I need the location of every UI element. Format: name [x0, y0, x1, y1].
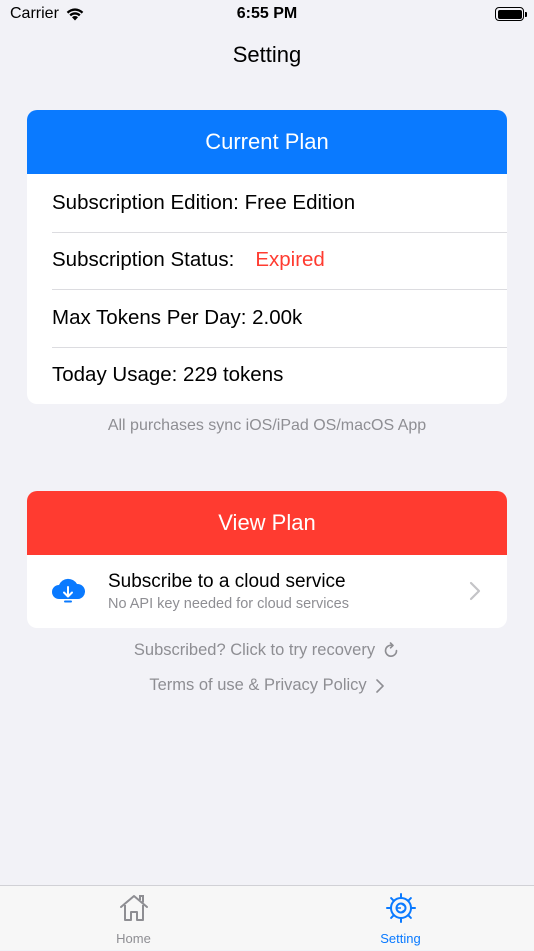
cloud-service-subtitle: No API key needed for cloud services — [108, 596, 349, 612]
battery-icon — [495, 7, 527, 21]
subscription-edition-text: Subscription Edition: Free Edition — [52, 190, 356, 214]
subscription-status-row: Subscription Status: Expired — [27, 231, 507, 290]
today-usage-row: Today Usage: 229 tokens — [27, 346, 507, 405]
tab-setting[interactable]: Setting — [267, 886, 534, 951]
status-bar: Carrier 6:55 PM — [0, 0, 534, 30]
tab-home-label: Home — [116, 931, 151, 946]
tab-bar: Home Setting — [0, 885, 534, 950]
cloud-service-title: Subscribe to a cloud service — [108, 571, 346, 592]
tab-home[interactable]: Home — [0, 886, 267, 951]
page-title: Setting — [232, 42, 302, 67]
max-tokens-row: Max Tokens Per Day: 2.00k — [27, 289, 507, 347]
cloud-service-text: Subscribe to a cloud service No API key … — [108, 571, 349, 612]
chevron-right-icon — [375, 678, 384, 693]
recovery-link-label: Subscribed? Click to try recovery — [133, 641, 376, 659]
recovery-link[interactable]: Subscribed? Click to try recovery — [0, 641, 534, 660]
house-icon — [119, 895, 148, 921]
subscription-edition-row: Subscription Edition: Free Edition — [27, 174, 507, 232]
view-plan-button[interactable]: View Plan — [27, 491, 507, 555]
terms-privacy-label: Terms of use & Privacy Policy — [149, 676, 367, 694]
current-plan-card: Current Plan Subscription Edition: Free … — [27, 110, 507, 404]
cloud-download-icon — [52, 578, 85, 603]
terms-privacy-link[interactable]: Terms of use & Privacy Policy — [0, 676, 534, 695]
tab-setting-label: Setting — [380, 931, 421, 946]
gear-icon — [385, 893, 416, 923]
refresh-icon — [384, 641, 398, 657]
max-tokens-text: Max Tokens Per Day: 2.00k — [52, 305, 303, 329]
view-plan-card: View Plan Subscribe to a cloud service N… — [27, 491, 507, 628]
cloud-service-row[interactable]: Subscribe to a cloud service No API key … — [27, 555, 507, 628]
subscription-status-label: Subscription Status: — [52, 248, 235, 272]
current-plan-header: Current Plan — [27, 110, 507, 174]
subscription-status-value: Expired — [255, 248, 325, 272]
clock: 6:55 PM — [236, 5, 298, 22]
today-usage-text: Today Usage: 229 tokens — [52, 363, 284, 387]
chevron-right-icon — [469, 581, 481, 601]
sync-note: All purchases sync iOS/iPad OS/macOS App — [107, 417, 427, 434]
